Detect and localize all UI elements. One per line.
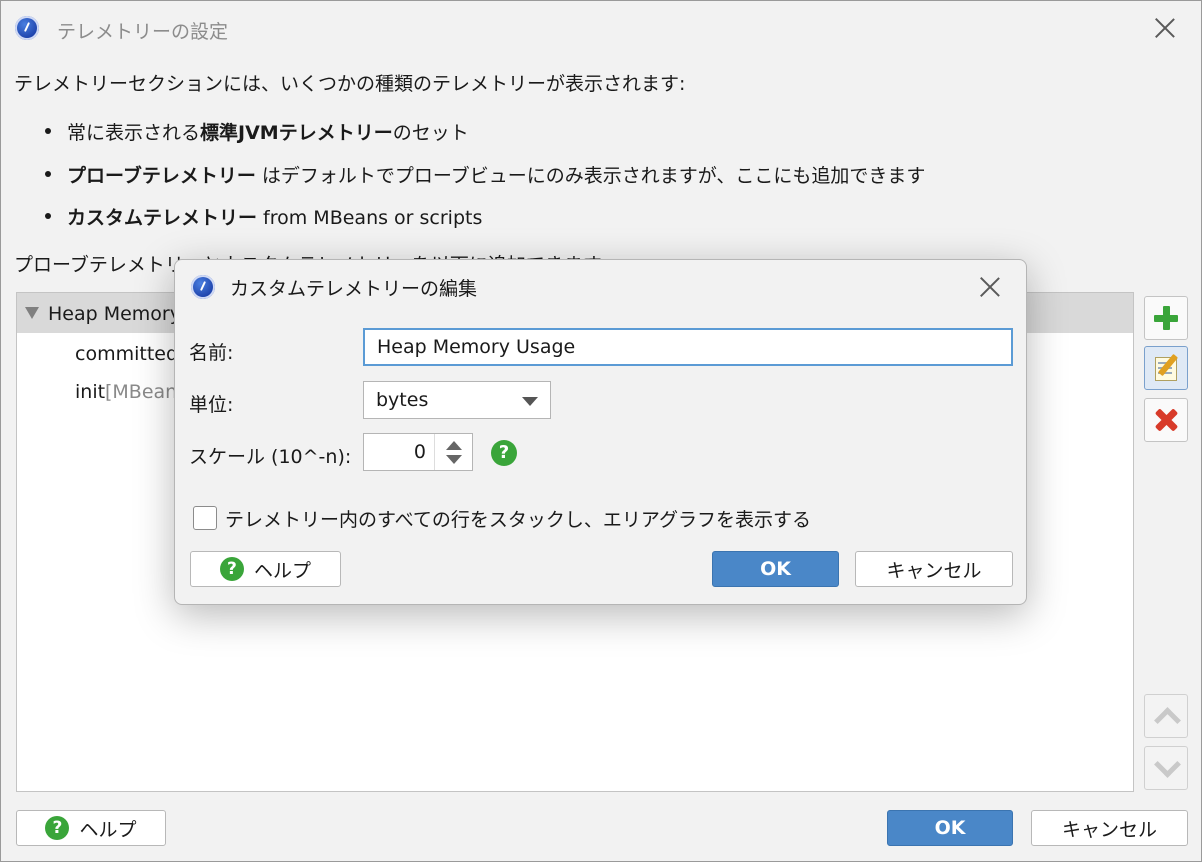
scale-value: 0 <box>413 441 426 463</box>
bullet-custom: カスタムテレメトリー from MBeans or scripts <box>45 203 482 230</box>
edit-button[interactable] <box>1144 346 1188 390</box>
name-label: 名前: <box>189 342 234 364</box>
close-icon[interactable] <box>1154 17 1176 39</box>
scale-stepper[interactable]: 0 <box>363 433 473 471</box>
window-title: テレメトリーの設定 <box>57 21 229 43</box>
bullet-standard: 常に表示される標準JVMテレメトリーのセット <box>45 118 469 145</box>
delete-icon <box>1153 407 1179 433</box>
dialog-ok-button[interactable]: OK <box>712 551 839 587</box>
dialog-help-button[interactable]: ? ヘルプ <box>190 551 341 587</box>
add-button[interactable] <box>1144 296 1188 340</box>
move-down-button[interactable] <box>1144 746 1188 790</box>
move-up-button[interactable] <box>1144 694 1188 738</box>
bullet-dot <box>45 212 51 219</box>
unit-select[interactable]: bytes <box>363 381 551 419</box>
scale-label: スケール (10^-n): <box>189 446 352 468</box>
help-button[interactable]: ? ヘルプ <box>16 810 166 846</box>
stack-checkbox[interactable] <box>193 506 217 530</box>
dialog-cancel-button[interactable]: キャンセル <box>855 551 1013 587</box>
tree-extra: [MBean <box>105 381 178 403</box>
unit-value: bytes <box>376 389 429 411</box>
bullet-dot <box>45 127 51 134</box>
spin-down-icon[interactable] <box>446 455 462 464</box>
chevron-down-icon <box>522 397 538 406</box>
stack-label: テレメトリー内のすべての行をスタックし、エリアグラフを表示する <box>225 509 811 531</box>
help-icon: ? <box>45 816 70 840</box>
expand-triangle-icon[interactable] <box>25 307 39 319</box>
dialog-title: カスタムテレメトリーの編集 <box>230 278 478 300</box>
close-icon[interactable] <box>979 276 1001 298</box>
title-bar: テレメトリーの設定 <box>1 1 1201 55</box>
tree-label: Heap Memory <box>48 303 181 325</box>
help-icon[interactable]: ? <box>491 440 517 466</box>
app-icon <box>15 16 39 40</box>
spin-up-icon[interactable] <box>446 441 462 450</box>
cancel-button[interactable]: キャンセル <box>1031 810 1188 846</box>
unit-label: 単位: <box>189 394 234 416</box>
app-icon <box>191 275 215 299</box>
move-up-icon <box>1154 707 1181 734</box>
tree-label: init <box>75 381 106 403</box>
help-icon: ? <box>219 557 244 581</box>
delete-button[interactable] <box>1144 398 1188 442</box>
bullet-dot <box>45 170 51 177</box>
move-down-icon <box>1154 751 1181 778</box>
intro-text: テレメトリーセクションには、いくつかの種類のテレメトリーが表示されます: <box>14 73 686 95</box>
edit-custom-telemetry-dialog: カスタムテレメトリーの編集 名前: Heap Memory Usage 単位: … <box>174 259 1027 605</box>
tree-label: committed <box>75 343 179 365</box>
bullet-probe: プローブテレメトリー はデフォルトでプローブビューにのみ表示されますが、ここにも… <box>45 161 925 188</box>
name-field[interactable]: Heap Memory Usage <box>363 328 1013 366</box>
ok-button[interactable]: OK <box>887 810 1013 846</box>
